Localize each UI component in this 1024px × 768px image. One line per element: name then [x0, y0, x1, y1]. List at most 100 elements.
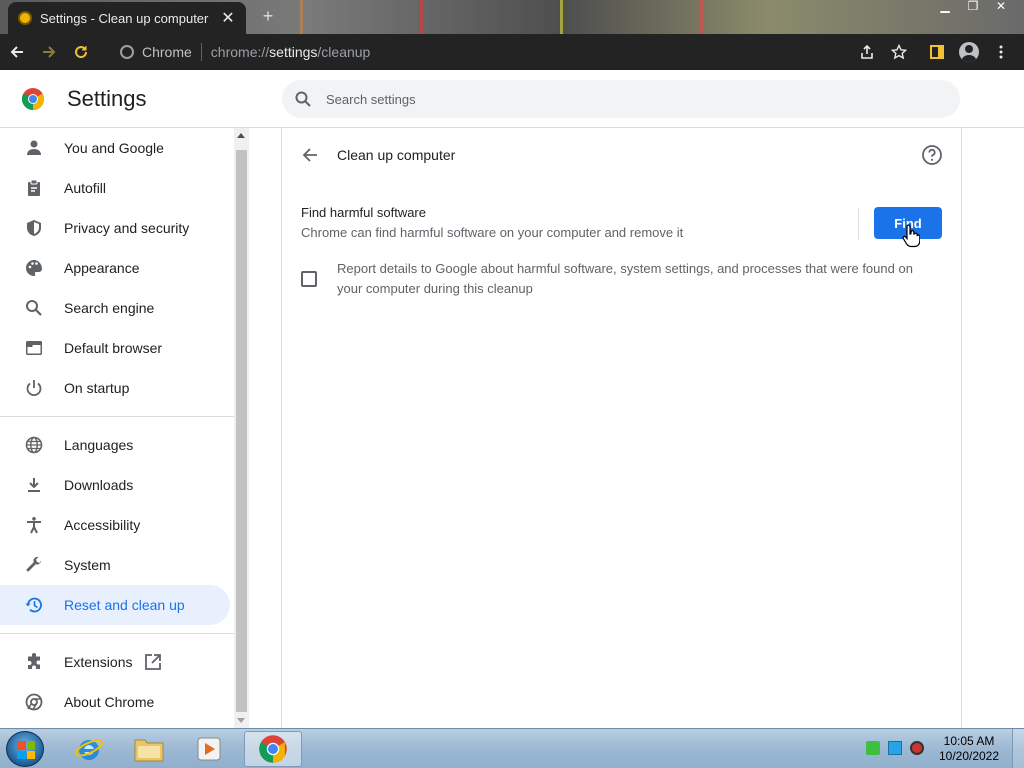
sidebar-item-appearance[interactable]: Appearance — [0, 248, 230, 288]
sidebar-item-search-engine[interactable]: Search engine — [0, 288, 230, 328]
tab-title: Settings - Clean up computer — [40, 10, 209, 26]
sidebar-item-label: Extensions — [64, 654, 133, 670]
cleanup-card: Clean up computer Find harmful software … — [281, 128, 962, 728]
folder-icon — [134, 739, 164, 762]
sidebar-scrollbar[interactable] — [234, 128, 249, 728]
reload-button[interactable] — [66, 37, 96, 67]
search-icon — [24, 298, 44, 318]
sidebar-item-label: Reset and clean up — [64, 597, 185, 613]
taskbar-clock[interactable]: 10:05 AM 10/20/2022 — [934, 734, 1004, 764]
puzzle-icon — [24, 652, 44, 672]
globe-icon — [24, 435, 44, 455]
new-tab-button[interactable]: + — [258, 6, 278, 27]
windows-taskbar: 10:05 AM 10/20/2022 — [0, 728, 1024, 768]
star-icon — [891, 44, 907, 60]
sidebar-item-downloads[interactable]: Downloads — [0, 465, 230, 505]
wallpaper-decoration — [700, 0, 703, 34]
internet-explorer-icon — [75, 739, 103, 760]
toolbar-actions — [852, 37, 1016, 67]
window-controls: ▁ ❐ ✕ — [932, 0, 1014, 14]
report-details-checkbox[interactable] — [301, 271, 317, 287]
bookmark-button[interactable] — [884, 37, 914, 67]
person-icon — [24, 138, 44, 158]
chrome-logo-icon — [22, 88, 44, 110]
help-icon[interactable] — [921, 144, 943, 166]
sidebar-item-label: Languages — [64, 437, 134, 453]
browser-toolbar: Chrome chrome://settings/cleanup — [0, 34, 1024, 70]
shield-icon — [24, 218, 44, 238]
maximize-button[interactable]: ❐ — [960, 0, 986, 14]
sidebar-item-autofill[interactable]: Autofill — [0, 168, 230, 208]
arrow-right-icon — [43, 46, 56, 58]
sidebar-item-languages[interactable]: Languages — [0, 425, 230, 465]
sidebar-item-accessibility[interactable]: Accessibility — [0, 505, 230, 545]
report-details-label: Report details to Google about harmful s… — [337, 261, 913, 296]
display-icon[interactable] — [888, 741, 902, 755]
share-icon — [861, 44, 873, 59]
network-icon[interactable] — [866, 741, 880, 755]
browser-icon — [24, 338, 44, 358]
arrow-back-icon[interactable] — [300, 145, 320, 165]
start-button[interactable] — [6, 731, 44, 767]
chrome-icon — [24, 692, 44, 712]
sidebar-item-reset-and-clean-up[interactable]: Reset and clean up — [0, 585, 230, 625]
sidebar-item-on-startup[interactable]: On startup — [0, 368, 230, 408]
scroll-down-icon[interactable] — [237, 718, 245, 723]
sidebar-item-label: Search engine — [64, 300, 155, 316]
wrench-icon — [24, 555, 44, 575]
settings-favicon-icon — [18, 11, 32, 25]
search-settings-box[interactable] — [282, 80, 960, 118]
menu-button[interactable] — [986, 37, 1016, 67]
arrow-left-icon — [10, 46, 23, 58]
sidebar-item-you-and-google[interactable]: You and Google — [0, 128, 230, 168]
taskbar-internet-explorer[interactable] — [60, 731, 118, 767]
scrollbar-thumb[interactable] — [236, 150, 247, 712]
windows-logo-icon — [17, 741, 35, 759]
scroll-up-icon[interactable] — [237, 133, 245, 138]
sidebar-item-label: On startup — [64, 380, 130, 396]
share-button[interactable] — [852, 37, 882, 67]
reload-icon — [75, 46, 88, 59]
taskbar-media-player[interactable] — [180, 731, 238, 767]
row-separator — [858, 208, 859, 240]
minimize-button[interactable]: ▁ — [932, 0, 958, 14]
palette-icon — [24, 258, 44, 278]
wallpaper-decoration — [420, 0, 423, 34]
power-icon — [24, 378, 44, 398]
sidebar-item-about-chrome[interactable]: About Chrome — [0, 682, 230, 722]
omnibox-chip: Chrome — [142, 44, 192, 60]
forward-button[interactable] — [34, 37, 64, 67]
sidebar-divider — [0, 633, 234, 634]
volume-icon[interactable] — [910, 741, 924, 755]
browser-tab[interactable]: Settings - Clean up computer ✕ — [8, 2, 246, 34]
sidebar-item-label: Accessibility — [64, 517, 141, 533]
sidebar-item-label: System — [64, 557, 111, 573]
tab-close-icon[interactable]: ✕ — [220, 8, 236, 28]
sidebar-item-extensions[interactable]: Extensions — [0, 642, 230, 682]
settings-sidebar: You and Google Autofill Privacy and secu… — [0, 128, 234, 728]
wallpaper-decoration — [560, 0, 563, 34]
address-bar[interactable]: Chrome chrome://settings/cleanup — [110, 38, 846, 66]
sidebar-divider — [0, 416, 234, 417]
sidebar-item-privacy-and-security[interactable]: Privacy and security — [0, 208, 230, 248]
url-scheme: chrome:// — [210, 44, 270, 60]
more-vert-icon — [999, 45, 1003, 59]
hand-cursor-icon — [902, 224, 920, 248]
close-window-button[interactable]: ✕ — [988, 0, 1014, 14]
chrome-icon — [259, 735, 287, 763]
search-input[interactable] — [326, 91, 926, 107]
settings-header: Settings — [0, 70, 1024, 128]
open-in-new-icon — [145, 654, 162, 670]
sidebar-item-default-browser[interactable]: Default browser — [0, 328, 230, 368]
sidebar-item-label: Privacy and security — [64, 220, 190, 236]
sidebar-item-label: Downloads — [64, 477, 134, 493]
side-panel-button[interactable] — [922, 37, 952, 67]
taskbar-file-explorer[interactable] — [120, 731, 178, 767]
back-button[interactable] — [2, 37, 32, 67]
show-desktop-button[interactable] — [1012, 729, 1024, 768]
taskbar-chrome[interactable] — [244, 731, 302, 767]
profile-button[interactable] — [954, 37, 984, 67]
chrome-site-icon — [120, 45, 134, 59]
sidebar-item-system[interactable]: System — [0, 545, 230, 585]
sidebar-item-label: Autofill — [64, 180, 107, 196]
